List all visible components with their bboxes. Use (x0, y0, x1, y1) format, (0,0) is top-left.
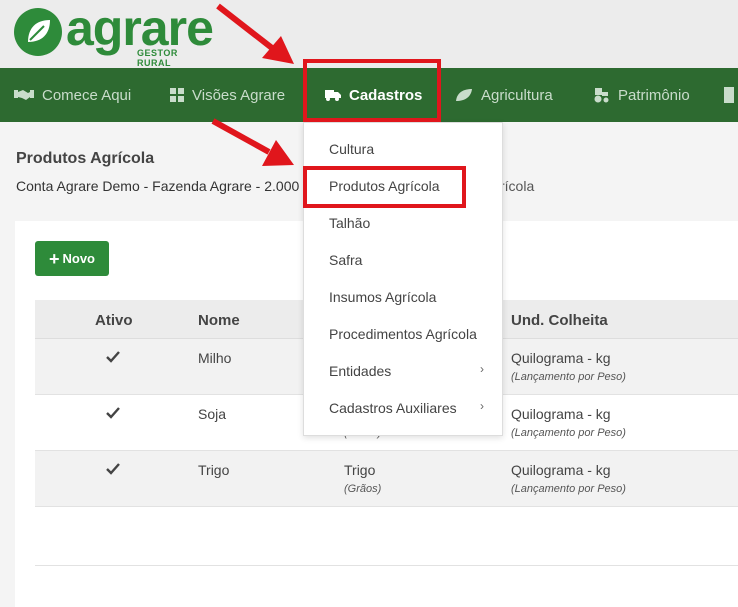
page-subtitle: Conta Agrare Demo - Fazenda Agrare - 2.0… (16, 178, 311, 194)
new-button-label: Novo (62, 251, 96, 266)
agrare-logo[interactable]: agrare GESTOR RURAL (14, 0, 214, 68)
new-button[interactable]: + Novo (35, 241, 109, 276)
cell-cultura-sub: (Grãos) (344, 483, 382, 495)
cell-und-sub: (Lançamento por Peso) (511, 427, 626, 439)
cell-und: Quilograma - kg (511, 350, 611, 366)
table-row[interactable] (35, 451, 738, 507)
handshake-icon (14, 88, 34, 102)
dropdown-item-procedimentos-agricola[interactable]: Procedimentos Agrícola (329, 326, 477, 342)
overflow-icon (722, 87, 736, 103)
dropdown-item-entidades[interactable]: Entidades (329, 363, 391, 379)
chevron-right-icon: › (480, 362, 484, 376)
grid-icon (170, 88, 184, 102)
chevron-right-icon: › (480, 399, 484, 413)
check-icon (106, 407, 120, 419)
cell-und-sub: (Lançamento por Peso) (511, 483, 626, 495)
logo-tagline: GESTOR RURAL (137, 48, 178, 68)
cell-nome: Soja (198, 406, 227, 422)
page-subtitle-tail: rícola (500, 178, 535, 194)
dropdown-item-insumos-agricola[interactable]: Insumos Agrícola (329, 289, 436, 305)
cell-und: Quilograma - kg (511, 406, 611, 422)
dropdown-item-cadastros-auxiliares[interactable]: Cadastros Auxiliares (329, 400, 457, 416)
nav-visoes-agrare[interactable]: Visões Agrare (170, 68, 285, 122)
cell-und: Quilograma - kg (511, 462, 611, 478)
nav-more[interactable] (722, 68, 738, 122)
cell-und-sub: (Lançamento por Peso) (511, 371, 626, 383)
dropdown-item-safra[interactable]: Safra (329, 252, 362, 268)
header-und-colheita: Und. Colheita (511, 312, 608, 329)
nav-patrimonio[interactable]: Patrimônio (592, 68, 690, 122)
dropdown-item-talhao[interactable]: Talhão (329, 215, 370, 231)
cell-nome: Milho (198, 350, 232, 366)
cell-cultura: Trigo (344, 462, 376, 478)
nav-label: Patrimônio (618, 86, 690, 104)
check-icon (106, 351, 120, 363)
dropdown-item-cultura[interactable]: Cultura (329, 141, 374, 157)
top-bar: agrare GESTOR RURAL (0, 0, 738, 68)
plus-icon: + (48, 248, 60, 269)
cell-nome: Trigo (198, 462, 230, 478)
page-title: Produtos Agrícola (16, 150, 155, 167)
nav-comece-aqui[interactable]: Comece Aqui (14, 68, 131, 122)
table-divider (35, 565, 738, 566)
cadastros-highlight-box (303, 59, 441, 122)
tractor-icon (592, 87, 610, 103)
nav-label: Visões Agrare (192, 86, 286, 104)
header-ativo: Ativo (95, 312, 133, 329)
check-icon (106, 463, 120, 475)
produtos-highlight-box (303, 166, 466, 208)
leaf-logo-icon (14, 8, 62, 56)
leaf-icon (455, 88, 473, 102)
nav-agricultura[interactable]: Agricultura (455, 68, 553, 122)
header-nome: Nome (198, 312, 240, 329)
nav-label: Comece Aqui (42, 86, 132, 104)
nav-label: Agricultura (481, 86, 553, 104)
